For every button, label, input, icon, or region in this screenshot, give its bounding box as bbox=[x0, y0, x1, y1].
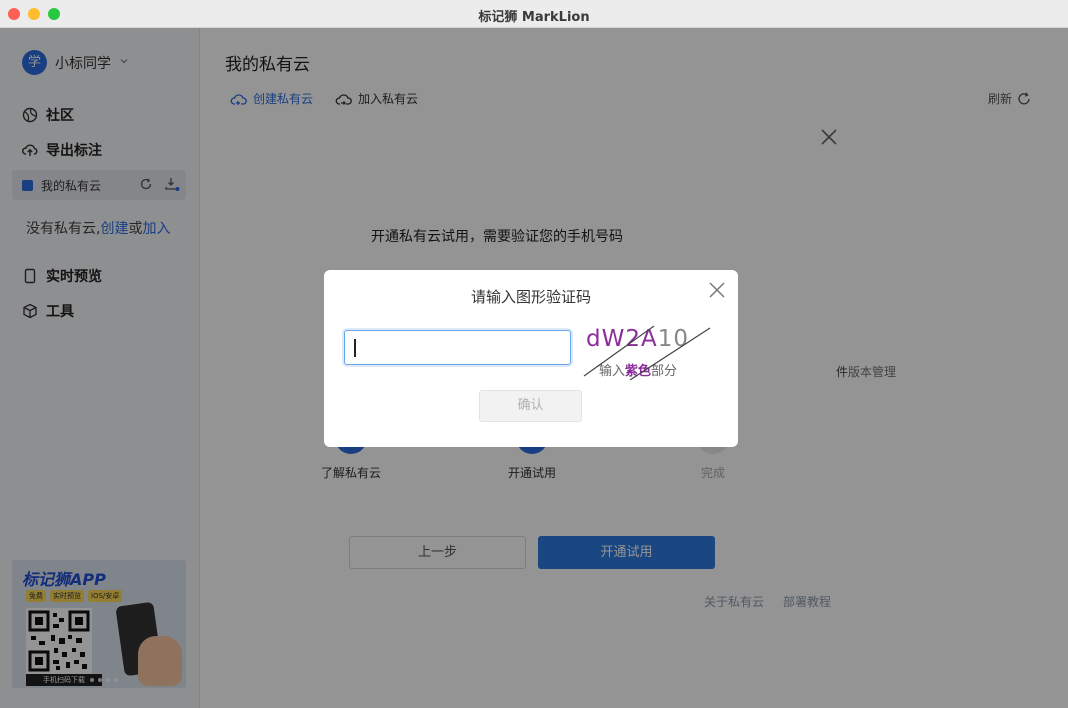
captcha-dialog: 请输入图形验证码 dW2A10 输入紫色部分 确认 bbox=[324, 270, 738, 447]
confirm-button[interactable]: 确认 bbox=[479, 390, 582, 422]
captcha-dialog-title: 请输入图形验证码 bbox=[470, 288, 591, 306]
captcha-noise-lines bbox=[583, 325, 711, 380]
captcha-input[interactable] bbox=[344, 330, 571, 365]
text-cursor bbox=[354, 339, 356, 357]
captcha-image[interactable]: dW2A10 输入紫色部分 bbox=[582, 322, 722, 380]
window-title: 标记狮 MarkLion bbox=[478, 10, 590, 25]
close-icon[interactable] bbox=[707, 280, 727, 304]
title-bar: 标记狮 MarkLion bbox=[0, 0, 1068, 28]
